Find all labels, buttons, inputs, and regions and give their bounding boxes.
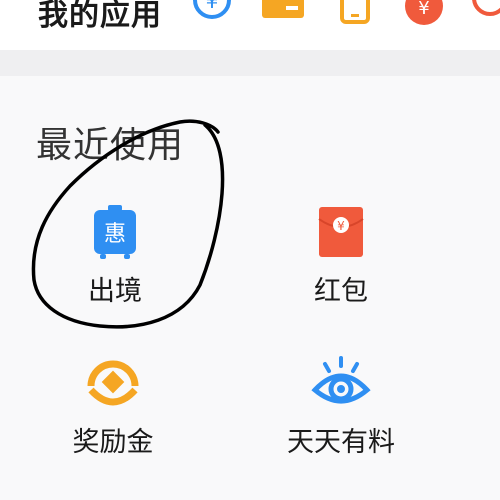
money-bag-icon[interactable]: ¥ — [402, 0, 446, 30]
phone-icon[interactable] — [336, 0, 376, 26]
luggage-icon: 惠 — [94, 205, 136, 259]
card-icon[interactable] — [262, 0, 306, 26]
app-chujing[interactable]: 惠 出境 — [40, 205, 190, 308]
app-partial-next[interactable]: 丨 — [488, 420, 500, 460]
yuan-exchange-icon[interactable]: ¥ — [190, 0, 234, 26]
section-divider — [0, 50, 500, 76]
app-label-chujing: 出境 — [88, 276, 142, 307]
app-label-hongbao: 红包 — [314, 276, 368, 307]
svg-text:¥: ¥ — [337, 219, 345, 233]
svg-text:惠: 惠 — [104, 222, 126, 247]
my-apps-title: 我的应用 — [38, 0, 162, 33]
svg-text:¥: ¥ — [206, 0, 219, 13]
app-hongbao[interactable]: ¥ 红包 — [266, 205, 416, 308]
app-label-jiangli-jin: 奖励金 — [72, 427, 154, 458]
red-envelope-icon: ¥ — [318, 207, 364, 257]
app-tiantian-youliao[interactable]: 天天有料 — [266, 356, 416, 459]
reward-coin-icon — [87, 360, 139, 406]
eye-icon — [311, 356, 371, 404]
app-jiangli-jin[interactable]: 奖励金 — [38, 356, 188, 459]
svg-text:¥: ¥ — [418, 0, 429, 19]
red-circle-icon[interactable] — [470, 0, 500, 26]
app-label-tiantian-youliao: 天天有料 — [287, 427, 395, 458]
recent-title: 最近使用 — [36, 125, 185, 166]
